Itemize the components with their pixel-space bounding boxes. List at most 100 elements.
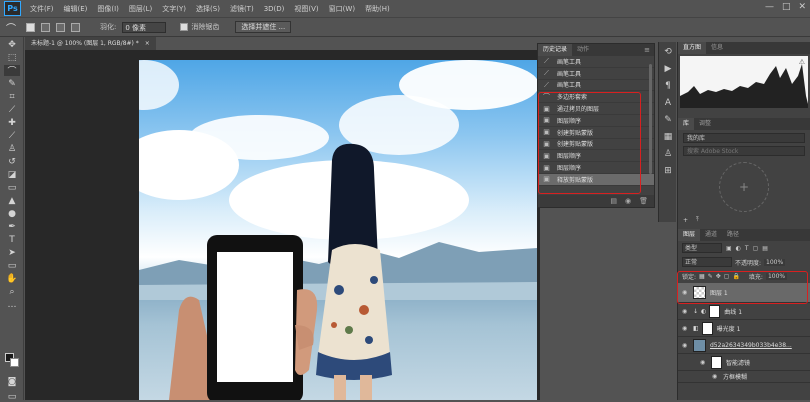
path-select-tool-icon[interactable]: ➤ (4, 247, 20, 258)
more-tools-icon[interactable]: … (4, 299, 20, 310)
marquee-tool-icon[interactable]: ⬚ (4, 52, 20, 63)
history-brush-tool-icon[interactable]: ↺ (4, 156, 20, 167)
maximize-icon[interactable]: □ (782, 2, 791, 12)
actions-panel-icon[interactable]: ▶ (662, 64, 674, 76)
properties-panel-icon[interactable]: ⊞ (662, 166, 674, 178)
character-panel-icon[interactable]: A (662, 98, 674, 110)
background-color-swatch[interactable] (10, 358, 19, 367)
menu-type[interactable]: 文字(Y) (157, 4, 191, 14)
clone-source-icon[interactable]: ♙ (662, 149, 674, 161)
tab-history[interactable]: 历史记录 (538, 44, 573, 56)
menu-view[interactable]: 视图(V) (289, 4, 323, 14)
layer-row[interactable]: ◉ 智能滤镜 (678, 354, 810, 371)
blur-tool-icon[interactable]: ▲ (4, 195, 20, 206)
tab-layers[interactable]: 图层 (678, 229, 701, 241)
crop-tool-icon[interactable]: ⌗ (4, 91, 20, 102)
tab-channels[interactable]: 通道 (700, 229, 722, 241)
canvas-image[interactable] (139, 60, 537, 400)
tab-paths[interactable]: 路径 (722, 229, 744, 241)
eye-icon[interactable]: ◉ (682, 325, 690, 332)
camera-snapshot-icon[interactable]: ◉ (625, 197, 631, 205)
close-tab-icon[interactable]: × (145, 40, 150, 47)
layer-name[interactable]: 智能滤镜 (726, 358, 750, 367)
menu-window[interactable]: 窗口(W) (324, 4, 360, 14)
close-window-icon[interactable]: ✕ (798, 2, 806, 12)
tab-actions[interactable]: 动作 (572, 44, 594, 56)
type-tool-icon[interactable]: T (4, 234, 20, 245)
history-item[interactable]: ⟋ 画笔工具 (538, 56, 654, 68)
trash-icon[interactable]: 🗑 (639, 197, 648, 205)
menu-3d[interactable]: 3D(D) (259, 5, 290, 13)
healing-tool-icon[interactable]: ✚ (4, 117, 20, 128)
intersect-selection-icon[interactable] (71, 22, 80, 32)
menu-help[interactable]: 帮助(H) (360, 4, 395, 14)
eye-icon[interactable]: ◉ (682, 342, 690, 349)
layer-row[interactable]: ◉ 方框模糊 (678, 371, 810, 383)
hand-tool-icon[interactable]: ✋ (4, 273, 20, 284)
tab-adjustments[interactable]: 调整 (694, 118, 716, 130)
eye-icon[interactable]: ◉ (700, 359, 708, 366)
document-tab[interactable]: 未标题-1 @ 100% (图层 1, RGB/8#) * × (25, 37, 156, 50)
menu-edit[interactable]: 编辑(E) (59, 4, 93, 14)
tab-info[interactable]: 信息 (706, 42, 728, 54)
menu-file[interactable]: 文件(F) (25, 4, 59, 14)
filter-shape-icon[interactable]: ▢ (753, 245, 759, 252)
add-selection-icon[interactable] (41, 22, 50, 32)
library-add-icon[interactable]: + (683, 217, 688, 224)
tab-histogram[interactable]: 直方图 (678, 42, 707, 54)
histogram-warning-icon[interactable]: ⚠ (799, 58, 805, 66)
screen-mode-icon[interactable]: ▭ (4, 391, 20, 402)
layer-name[interactable]: 方框模糊 (723, 372, 747, 381)
quick-mask-icon[interactable]: ◙ (4, 376, 20, 387)
history-item[interactable]: ⟋ 画笔工具 (538, 80, 654, 92)
layer-filter-dropdown[interactable]: 类型 (682, 243, 722, 253)
blend-mode-dropdown[interactable]: 正常 (682, 257, 732, 267)
layer-name[interactable]: 曲线 1 (724, 307, 742, 316)
layer-name[interactable]: 曝光度 1 (717, 324, 741, 333)
history-item[interactable]: ⟋ 画笔工具 (538, 68, 654, 80)
menu-layer[interactable]: 图层(L) (124, 4, 157, 14)
opacity-input[interactable]: 100% (764, 258, 786, 266)
brush-settings-icon[interactable]: ✎ (662, 115, 674, 127)
new-document-from-state-icon[interactable]: ▤ (610, 197, 617, 205)
feather-input[interactable]: 0 像素 (122, 21, 167, 33)
menu-image[interactable]: 图像(I) (92, 4, 124, 14)
lasso-tool-preset-icon[interactable]: ⌒ (6, 20, 16, 35)
quick-select-tool-icon[interactable]: ✎ (4, 78, 20, 89)
library-upload-icon[interactable]: ⤒ (696, 216, 699, 224)
lasso-tool-icon[interactable]: ⌒ (4, 65, 20, 77)
dodge-tool-icon[interactable]: ● (4, 208, 20, 219)
history-panel-icon[interactable]: ⟲ (662, 47, 674, 59)
panel-menu-icon[interactable]: ≡ (644, 46, 650, 54)
brush-tool-icon[interactable]: ⟋ (4, 130, 20, 141)
filter-smart-icon[interactable]: ▤ (762, 245, 768, 252)
stock-search-input[interactable]: 搜索 Adobe Stock (683, 146, 805, 156)
pen-tool-icon[interactable]: ✒ (4, 221, 20, 232)
menu-select[interactable]: 选择(S) (191, 4, 225, 14)
eye-icon[interactable]: ◉ (682, 308, 690, 315)
gradient-tool-icon[interactable]: ▭ (4, 182, 20, 193)
new-selection-icon[interactable] (26, 22, 35, 32)
stamp-tool-icon[interactable]: ♙ (4, 143, 20, 154)
layer-row[interactable]: ◉ ◧ 曝光度 1 (678, 320, 810, 337)
eraser-tool-icon[interactable]: ◪ (4, 169, 20, 180)
subtract-selection-icon[interactable] (56, 22, 65, 32)
add-content-icon[interactable]: + (719, 162, 769, 212)
history-scrollbar[interactable] (649, 64, 652, 174)
eyedropper-tool-icon[interactable]: ⟋ (4, 104, 20, 115)
layer-row[interactable]: ◉ ↓ ◐ 曲线 1 (678, 303, 810, 320)
filter-pixel-icon[interactable]: ▣ (726, 245, 732, 252)
layer-name[interactable]: d52a2634349b033b4e38... (710, 342, 792, 349)
paragraph-panel-icon[interactable]: ¶ (662, 81, 674, 93)
shape-tool-icon[interactable]: ▭ (4, 260, 20, 271)
library-dropdown[interactable]: 我的库 (683, 133, 805, 143)
tab-libraries[interactable]: 库 (678, 118, 695, 130)
swatches-panel-icon[interactable]: ▦ (662, 132, 674, 144)
eye-icon[interactable]: ◉ (712, 373, 720, 380)
menu-filter[interactable]: 滤镜(T) (225, 4, 259, 14)
layer-row[interactable]: ◉ d52a2634349b033b4e38... (678, 337, 810, 354)
move-tool-icon[interactable]: ✥ (4, 39, 20, 50)
antialias-checkbox[interactable]: 消除锯齿 (180, 22, 219, 32)
select-and-mask-button[interactable]: 选择并遮住 ... (235, 21, 292, 33)
zoom-tool-icon[interactable]: ⌕ (4, 286, 20, 297)
